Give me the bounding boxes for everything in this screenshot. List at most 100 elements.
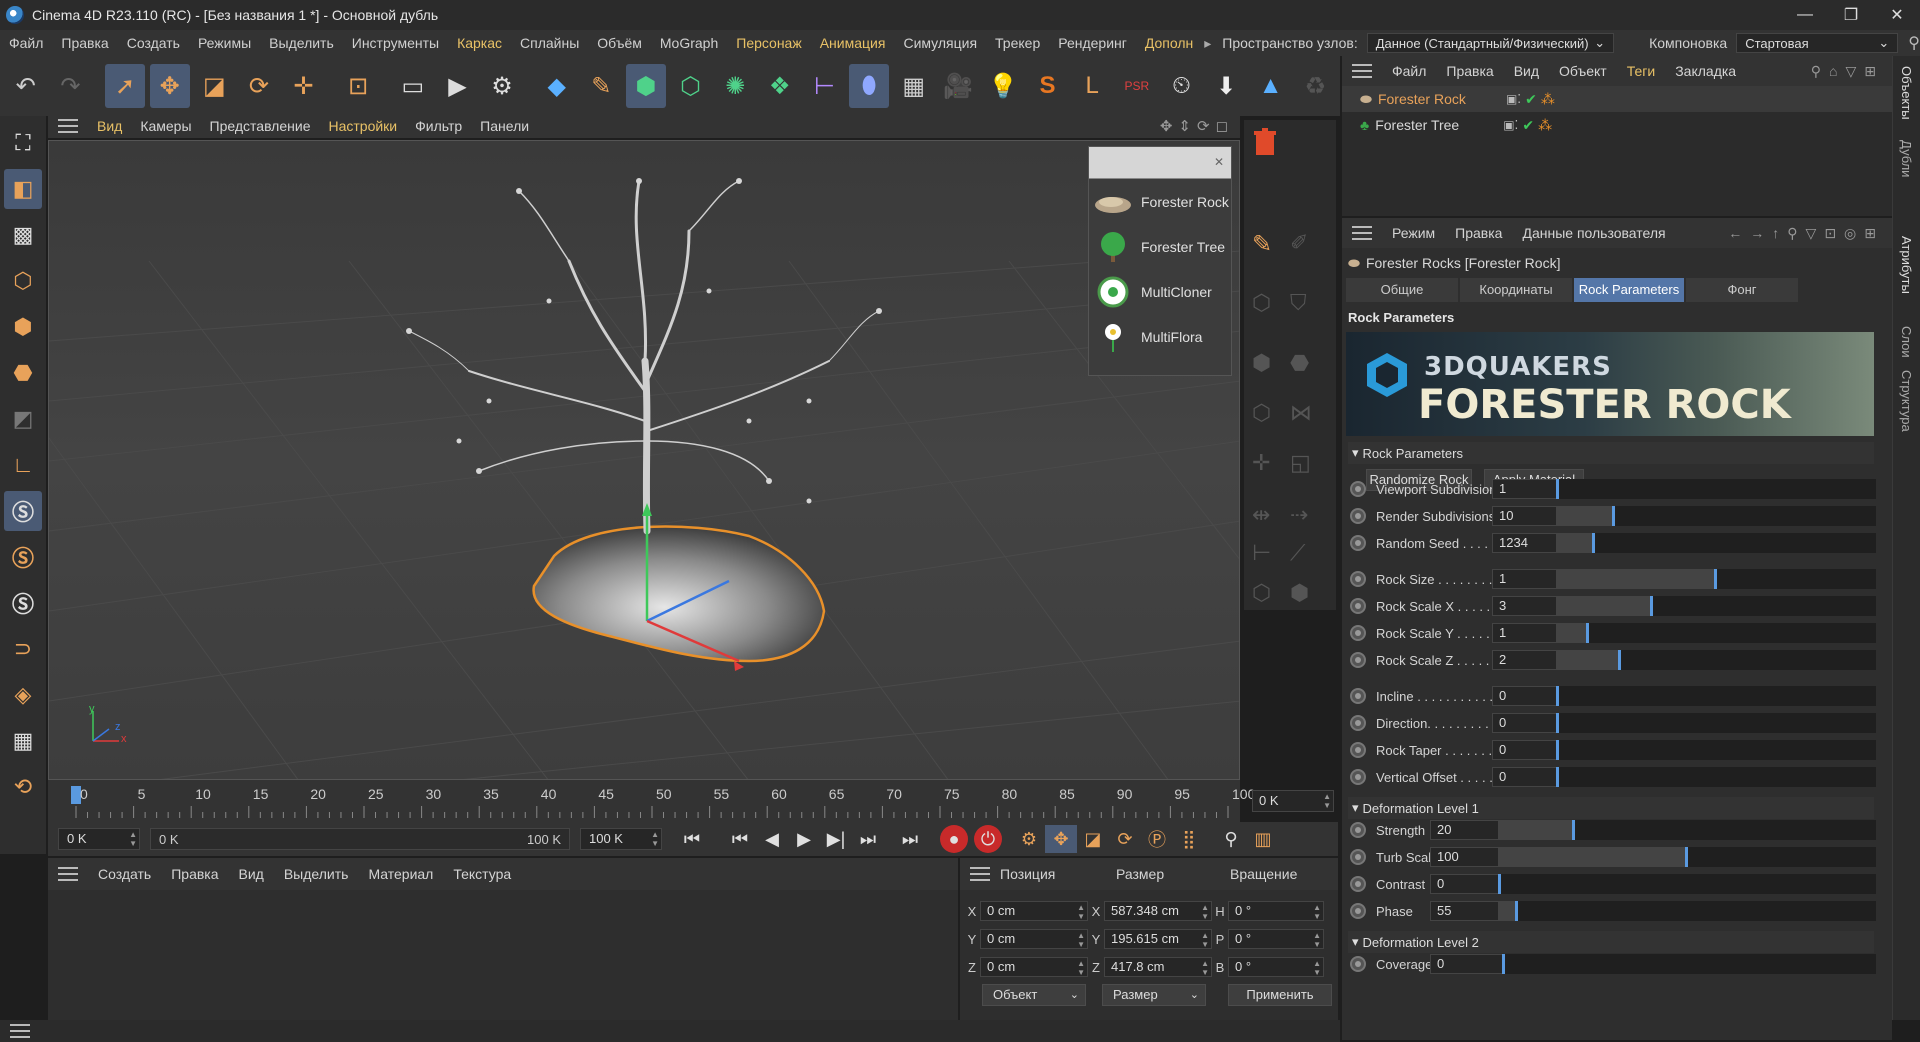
key-pla-icon[interactable]: ⣿ (1173, 825, 1205, 853)
viewport-menu-view[interactable]: Вид (88, 118, 131, 134)
minimize-button[interactable]: — (1782, 0, 1828, 30)
record-keys-icon[interactable]: ● (940, 825, 968, 853)
film-icon[interactable]: ▥ (1247, 825, 1279, 853)
animate-radio-icon[interactable] (1350, 769, 1366, 785)
viewport-menu-display[interactable]: Представление (201, 118, 320, 134)
quantize-icon[interactable]: Ⓢ (4, 583, 42, 623)
shield-icon[interactable]: ⛉ (1290, 290, 1307, 316)
hamburger-icon[interactable] (58, 119, 78, 133)
spinner-icon[interactable]: ▲▼ (1313, 931, 1321, 949)
menu-file[interactable]: Файл (0, 35, 52, 51)
subdivision-icon[interactable]: ⬢ (626, 64, 666, 108)
material-menu-texture[interactable]: Текстура (443, 866, 521, 882)
viewport-menu-options[interactable]: Настройки (319, 118, 406, 134)
group-rock-parameters[interactable]: ▾ Rock Parameters (1348, 442, 1874, 464)
rotation-b-field[interactable]: 0 ° ▲ ▼ (1228, 957, 1324, 977)
size-z-field[interactable]: 417.8 cm ▲ ▼ (1104, 957, 1212, 977)
snap-icon[interactable]: Ⓢ (4, 491, 42, 531)
slider-knob[interactable] (1618, 650, 1621, 670)
param-slider[interactable] (1502, 954, 1876, 974)
close-button[interactable]: ✕ (1874, 0, 1920, 30)
close-icon[interactable]: ✕ (1211, 155, 1227, 171)
move-tool-icon[interactable]: ✥ (149, 64, 190, 108)
slider-knob[interactable] (1556, 740, 1559, 760)
undo-icon[interactable]: ↶ (6, 64, 46, 108)
slider-knob[interactable] (1586, 623, 1589, 643)
animate-radio-icon[interactable] (1350, 481, 1366, 497)
hamburger-icon[interactable] (10, 1024, 30, 1038)
param-slider[interactable] (1556, 686, 1876, 706)
group-deformation-level-2[interactable]: ▾ Deformation Level 2 (1348, 931, 1874, 953)
slider-knob[interactable] (1556, 686, 1559, 706)
polygons-mode-icon[interactable]: ⬣ (4, 353, 42, 393)
menu-tracker[interactable]: Трекер (986, 35, 1049, 51)
maximize-button[interactable]: ❐ (1828, 0, 1874, 30)
spinner-icon[interactable]: ▲▼ (129, 830, 137, 848)
spinner-icon[interactable]: ▲▼ (1201, 903, 1209, 921)
uv-mode-icon[interactable]: ◩ (4, 399, 42, 439)
align-icon[interactable]: ⇹ (1252, 502, 1270, 528)
layout-dropdown[interactable]: Стартовая ⌄ (1736, 33, 1899, 53)
menu-volume[interactable]: Объём (588, 35, 651, 51)
spinner-icon[interactable]: ▲▼ (1201, 959, 1209, 977)
animate-radio-icon[interactable] (1350, 688, 1366, 704)
redshift-icon[interactable]: S (1028, 64, 1068, 108)
mograph-icon[interactable]: ❖ (760, 64, 800, 108)
viewport-menu-cameras[interactable]: Камеры (131, 118, 200, 134)
object-menu-file[interactable]: Файл (1382, 63, 1436, 79)
key-parameter-icon[interactable]: Ⓟ (1141, 825, 1173, 853)
object-menu-object[interactable]: Объект (1549, 63, 1617, 79)
extrude-icon[interactable]: ⬡ (671, 64, 711, 108)
search-icon[interactable]: ⚲ (1908, 33, 1920, 53)
hamburger-icon[interactable] (970, 867, 990, 881)
workplane-icon[interactable]: ◈ (4, 675, 42, 715)
model-mode-icon[interactable]: ◧ (4, 169, 42, 209)
spinner-icon[interactable]: ▲▼ (1201, 931, 1209, 949)
size-x-field[interactable]: 587.348 cm ▲ ▼ (1104, 901, 1212, 921)
animate-radio-icon[interactable] (1350, 742, 1366, 758)
slice-icon[interactable]: ⊢ (1252, 540, 1271, 566)
spinner-icon[interactable]: ▲▼ (1077, 931, 1085, 949)
preview-range-bar[interactable]: 0 K 100 K (150, 828, 570, 850)
field-icon[interactable]: ⬮ (849, 64, 889, 108)
menu-render[interactable]: Рендеринг (1049, 35, 1136, 51)
slider-knob[interactable] (1592, 533, 1596, 553)
object-row-forester-tree[interactable]: ♣ Forester Tree ▣⁚ ✔ ⁂ (1342, 112, 1892, 138)
size-mode-dropdown[interactable]: Размер ⌄ (1102, 984, 1206, 1006)
position-y-field[interactable]: 0 cm ▲ ▼ (980, 929, 1088, 949)
menu-character[interactable]: Персонаж (727, 35, 810, 51)
hamburger-icon[interactable] (58, 867, 78, 881)
param-slider[interactable] (1498, 901, 1876, 921)
motion-system-icon[interactable]: ⚲ (1215, 825, 1247, 853)
slider-knob[interactable] (1714, 569, 1717, 589)
shape-icon[interactable]: ⬡ (1252, 290, 1271, 316)
key-scale-icon[interactable]: ◪ (1077, 825, 1109, 853)
box-icon[interactable]: ⬡ (1252, 400, 1271, 426)
menu-tools[interactable]: Инструменты (343, 35, 448, 51)
slider-knob[interactable] (1498, 874, 1501, 894)
spinner-icon[interactable]: ▲▼ (1077, 959, 1085, 977)
tag-icon[interactable]: ⁂ (1538, 117, 1552, 134)
attribute-menu-edit[interactable]: Правка (1445, 225, 1512, 241)
palette-item-forester-tree[interactable]: Forester Tree (1089, 224, 1231, 269)
lock-workplane-icon[interactable]: ⟲ (4, 767, 42, 807)
texture-mode-icon[interactable]: ▩ (4, 215, 42, 255)
pen-spline-icon[interactable]: ✎ (582, 64, 622, 108)
make-editable-icon[interactable]: ⛶ (4, 123, 42, 163)
side-tab-attributes[interactable]: Атрибуты (1899, 236, 1914, 294)
recycle-icon[interactable]: ♻ (1296, 64, 1336, 108)
mirror-icon[interactable]: ⋈ (1290, 400, 1312, 426)
param-slider[interactable] (1556, 533, 1876, 553)
cube-outline-icon[interactable]: ⬢ (1252, 350, 1271, 376)
coordinate-mode-dropdown[interactable]: Объект ⌄ (982, 984, 1086, 1006)
animate-radio-icon[interactable] (1350, 876, 1366, 892)
deformer-icon[interactable]: ⊢ (805, 64, 845, 108)
rotation-h-field[interactable]: 0 ° ▲ ▼ (1228, 901, 1324, 921)
attribute-nav-icons[interactable]: ←→↑⚲▽⊡◎⊞ (1728, 225, 1884, 242)
param-slider[interactable] (1556, 569, 1876, 589)
go-to-end-icon[interactable]: ⏭ (894, 825, 926, 853)
param-slider[interactable] (1498, 820, 1876, 840)
knife-icon[interactable]: ⟋ (1290, 540, 1305, 566)
arrows-icon[interactable]: ⇢ (1290, 502, 1308, 528)
key-rotation-icon[interactable]: ⟳ (1109, 825, 1141, 853)
